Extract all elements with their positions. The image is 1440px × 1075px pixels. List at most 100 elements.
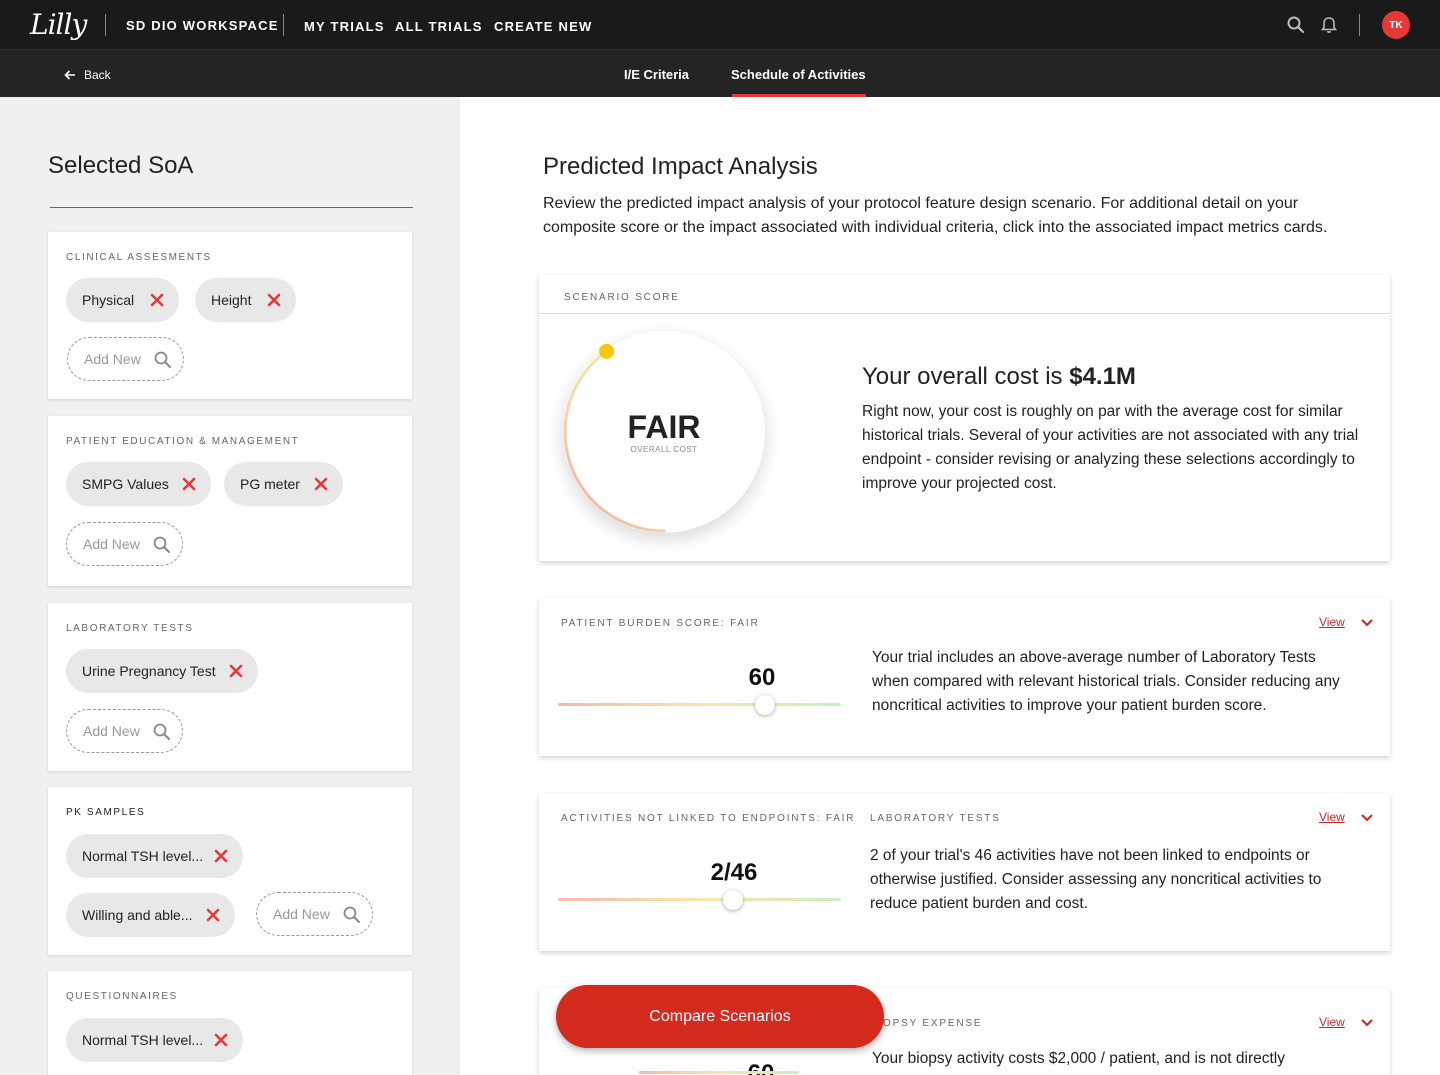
add-new-button[interactable]: Add New — [256, 892, 373, 936]
bell-icon[interactable] — [1319, 15, 1339, 35]
activities-description: 2 of your trial's 46 activities have not… — [870, 847, 1322, 912]
divider — [50, 207, 413, 208]
back-label: Back — [84, 68, 111, 82]
add-new-button[interactable]: Add New — [67, 337, 184, 381]
divider — [539, 313, 1390, 314]
card-sub-label: LABORATORY TESTS — [870, 813, 1001, 824]
chip-label: Normal TSH level... — [82, 848, 204, 864]
cost-description: Right now, your cost is roughly on par w… — [862, 403, 1359, 492]
workspace-title[interactable]: SD DIO WORKSPACE — [126, 18, 279, 33]
burden-description: Your trial includes an above-average num… — [872, 649, 1340, 714]
page-title: Predicted Impact Analysis — [543, 153, 818, 180]
close-icon[interactable] — [203, 905, 223, 925]
biopsy-description: Your biopsy activity costs $2,000 / pati… — [872, 1050, 1285, 1067]
sidebar: Selected SoA CLINICAL ASSESMENTS Physica… — [0, 97, 460, 1075]
chevron-down-icon[interactable] — [1360, 1018, 1374, 1028]
activities-score: 2/46 — [710, 859, 758, 886]
top-nav: Lilly SD DIO WORKSPACE MY TRIALS ALL TRI… — [0, 0, 1440, 50]
chip-label: Normal TSH level... — [82, 1032, 204, 1048]
group-title: QUESTIONNAIRES — [66, 991, 178, 1002]
close-icon[interactable] — [211, 846, 231, 866]
nav-divider — [1359, 14, 1360, 36]
search-icon[interactable] — [1286, 15, 1306, 35]
view-link[interactable]: View — [1319, 810, 1345, 824]
overall-cost-heading: Your overall cost is $4.1M — [862, 363, 1136, 391]
group-title: PATIENT EDUCATION & MANAGEMENT — [66, 436, 300, 447]
chip-label: Physical — [82, 292, 135, 308]
biopsy-slider-track — [639, 1071, 799, 1074]
soa-group-clinical-assessments: CLINICAL ASSESMENTS Physical Height Add … — [48, 232, 412, 399]
chip-smpg-values: SMPG Values — [66, 462, 211, 506]
chip-height: Height — [195, 278, 296, 322]
group-title: PK SAMPLES — [66, 807, 146, 818]
chevron-down-icon[interactable] — [1360, 813, 1374, 823]
chip-label: PG meter — [240, 476, 300, 492]
chip-normal-tsh-level: Normal TSH level... — [66, 834, 243, 878]
lilly-logo[interactable]: Lilly — [30, 8, 87, 41]
chip-physical: Physical — [66, 278, 179, 322]
chip-label: Urine Pregnancy Test — [82, 663, 216, 679]
chevron-down-icon[interactable] — [1360, 618, 1374, 628]
gauge-subtitle: OVERALL COST — [630, 445, 698, 454]
close-icon[interactable] — [264, 290, 284, 310]
chip-normal-tsh-level: Normal TSH level... — [66, 1018, 243, 1062]
cost-value: $4.1M — [1069, 363, 1136, 390]
chip-pg-meter: PG meter — [224, 462, 343, 506]
chip-label: SMPG Values — [82, 476, 169, 492]
active-tab-indicator — [732, 94, 866, 97]
soa-group-patient-education: PATIENT EDUCATION & MANAGEMENT SMPG Valu… — [48, 416, 412, 586]
sub-nav: Back I/E Criteria Schedule of Activities — [0, 50, 1440, 97]
close-icon[interactable] — [179, 474, 199, 494]
group-title: CLINICAL ASSESMENTS — [66, 252, 212, 263]
nav-divider — [105, 14, 106, 36]
add-new-label: Add New — [84, 351, 141, 367]
nav-all-trials[interactable]: ALL TRIALS — [395, 19, 483, 34]
chip-label: Willing and able... — [82, 907, 193, 923]
activities-not-linked-card[interactable]: ACTIVITIES NOT LINKED TO ENDPOINTS: FAIR… — [539, 793, 1390, 951]
burden-score: 60 — [748, 664, 776, 691]
search-icon — [154, 351, 171, 368]
add-new-label: Add New — [83, 723, 140, 739]
sidebar-title: Selected SoA — [48, 152, 194, 179]
nav-my-trials[interactable]: MY TRIALS — [304, 19, 385, 34]
close-icon[interactable] — [147, 290, 167, 310]
soa-group-pk-samples: PK SAMPLES Normal TSH level... Willing a… — [48, 787, 412, 955]
arrow-left-icon — [64, 70, 75, 80]
close-icon[interactable] — [211, 1030, 231, 1050]
view-link[interactable]: View — [1319, 1015, 1345, 1029]
close-icon[interactable] — [226, 661, 246, 681]
close-icon[interactable] — [311, 474, 331, 494]
cost-prefix: Your overall cost is — [862, 363, 1070, 390]
chip-willing-and-able: Willing and able... — [66, 893, 235, 937]
tab-schedule-of-activities[interactable]: Schedule of Activities — [731, 67, 866, 82]
avatar[interactable]: TK — [1382, 11, 1410, 39]
search-icon — [343, 906, 360, 923]
add-new-button[interactable]: Add New — [66, 709, 183, 753]
soa-group-laboratory-tests: LABORATORY TESTS Urine Pregnancy Test Ad… — [48, 603, 412, 771]
card-label: SCENARIO SCORE — [564, 292, 680, 303]
search-icon — [153, 536, 170, 553]
gauge-rating: FAIR — [627, 409, 701, 445]
burden-slider-track — [558, 703, 841, 706]
gauge-marker — [599, 343, 615, 359]
card-label: ACTIVITIES NOT LINKED TO ENDPOINTS: FAIR — [561, 813, 856, 824]
page-description: Review the predicted impact analysis of … — [543, 195, 1328, 236]
nav-create-new[interactable]: CREATE NEW — [494, 19, 592, 34]
patient-burden-card[interactable]: PATIENT BURDEN SCORE: FAIR View 60 Your … — [539, 598, 1390, 756]
add-new-label: Add New — [273, 906, 330, 922]
group-title: LABORATORY TESTS — [66, 623, 194, 634]
overall-cost-gauge: FAIR OVERALL COST — [563, 331, 765, 533]
add-new-button[interactable]: Add New — [66, 522, 183, 566]
search-icon — [153, 723, 170, 740]
soa-group-questionnaires: QUESTIONNAIRES Normal TSH level... — [48, 971, 412, 1075]
card-label: PATIENT BURDEN SCORE: FAIR — [561, 618, 760, 629]
nav-divider — [283, 14, 284, 36]
compare-scenarios-button[interactable]: Compare Scenarios — [556, 985, 884, 1048]
tab-ie-criteria[interactable]: I/E Criteria — [624, 67, 689, 82]
activities-slider-track — [558, 898, 841, 901]
activities-slider-thumb[interactable] — [723, 890, 744, 910]
burden-slider-thumb[interactable] — [754, 695, 775, 715]
back-button[interactable]: Back — [64, 68, 111, 82]
chip-label: Height — [211, 292, 252, 308]
view-link[interactable]: View — [1319, 615, 1345, 629]
